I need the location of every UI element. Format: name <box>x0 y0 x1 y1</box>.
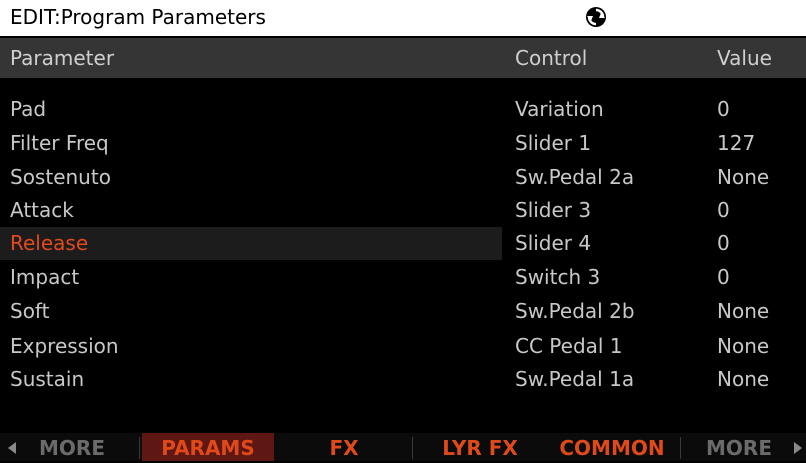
parameter-name: Sustain <box>10 367 85 391</box>
parameter-value: None <box>717 367 770 391</box>
control-name: Switch 3 <box>515 265 601 289</box>
softkey-more-right[interactable]: MORE <box>684 433 794 461</box>
refresh-icon <box>586 7 606 27</box>
page-title: EDIT:Program Parameters <box>10 5 266 29</box>
title-bar: EDIT:Program Parameters <box>0 0 806 36</box>
table-row[interactable]: Sustain Sw.Pedal 1a None <box>0 363 806 396</box>
parameter-name: Expression <box>10 334 119 358</box>
parameter-value: 0 <box>717 97 730 121</box>
softkey-more-left[interactable]: MORE <box>22 433 122 461</box>
parameter-name: Attack <box>10 198 74 222</box>
table-row[interactable]: Attack Slider 3 0 <box>0 194 806 227</box>
table-row[interactable]: Filter Freq Slider 1 127 <box>0 127 806 160</box>
arrow-left-icon <box>8 442 16 454</box>
softkey-divider <box>139 437 140 459</box>
table-row[interactable]: Sostenuto Sw.Pedal 2a None <box>0 161 806 194</box>
control-name: Variation <box>515 97 604 121</box>
parameter-value: None <box>717 165 770 189</box>
control-column-header: Control <box>515 46 588 70</box>
parameter-value: 0 <box>717 265 730 289</box>
table-row[interactable]: Expression CC Pedal 1 None <box>0 330 806 363</box>
control-name: Sw.Pedal 1a <box>515 367 635 391</box>
control-name: Slider 3 <box>515 198 592 222</box>
parameter-value: None <box>717 334 770 358</box>
parameter-name: Impact <box>10 265 80 289</box>
control-name: Sw.Pedal 2a <box>515 165 635 189</box>
parameter-value: 0 <box>717 231 730 255</box>
table-row[interactable]: Pad Variation 0 <box>0 93 806 126</box>
softkey-params[interactable]: PARAMS <box>142 433 274 461</box>
table-row-selected[interactable]: Release Slider 4 0 <box>0 227 806 260</box>
control-name: Slider 1 <box>515 131 592 155</box>
parameter-name: Soft <box>10 299 50 323</box>
softkey-common[interactable]: COMMON <box>546 433 678 461</box>
parameter-name: Filter Freq <box>10 131 109 155</box>
arrow-right-icon <box>794 442 802 454</box>
control-name: Slider 4 <box>515 231 592 255</box>
parameter-name: Release <box>10 231 89 255</box>
table-row[interactable]: Soft Sw.Pedal 2b None <box>0 295 806 328</box>
value-column-header: Value <box>717 46 772 70</box>
parameter-column-header: Parameter <box>10 46 115 70</box>
table-row[interactable]: Impact Switch 3 0 <box>0 261 806 294</box>
parameter-name: Pad <box>10 97 47 121</box>
control-name: Sw.Pedal 2b <box>515 299 635 323</box>
parameter-name: Sostenuto <box>10 165 111 189</box>
parameter-value: None <box>717 299 770 323</box>
softkey-bar: MORE PARAMS FX LYR FX COMMON MORE <box>0 433 806 461</box>
control-name: CC Pedal 1 <box>515 334 623 358</box>
parameter-value: 127 <box>717 131 756 155</box>
softkey-lyr-fx[interactable]: LYR FX <box>414 433 546 461</box>
softkey-divider <box>680 437 681 459</box>
softkey-fx[interactable]: FX <box>278 433 410 461</box>
column-header: Parameter Control Value <box>0 38 806 78</box>
parameter-value: 0 <box>717 198 730 222</box>
softkey-divider <box>412 437 413 459</box>
